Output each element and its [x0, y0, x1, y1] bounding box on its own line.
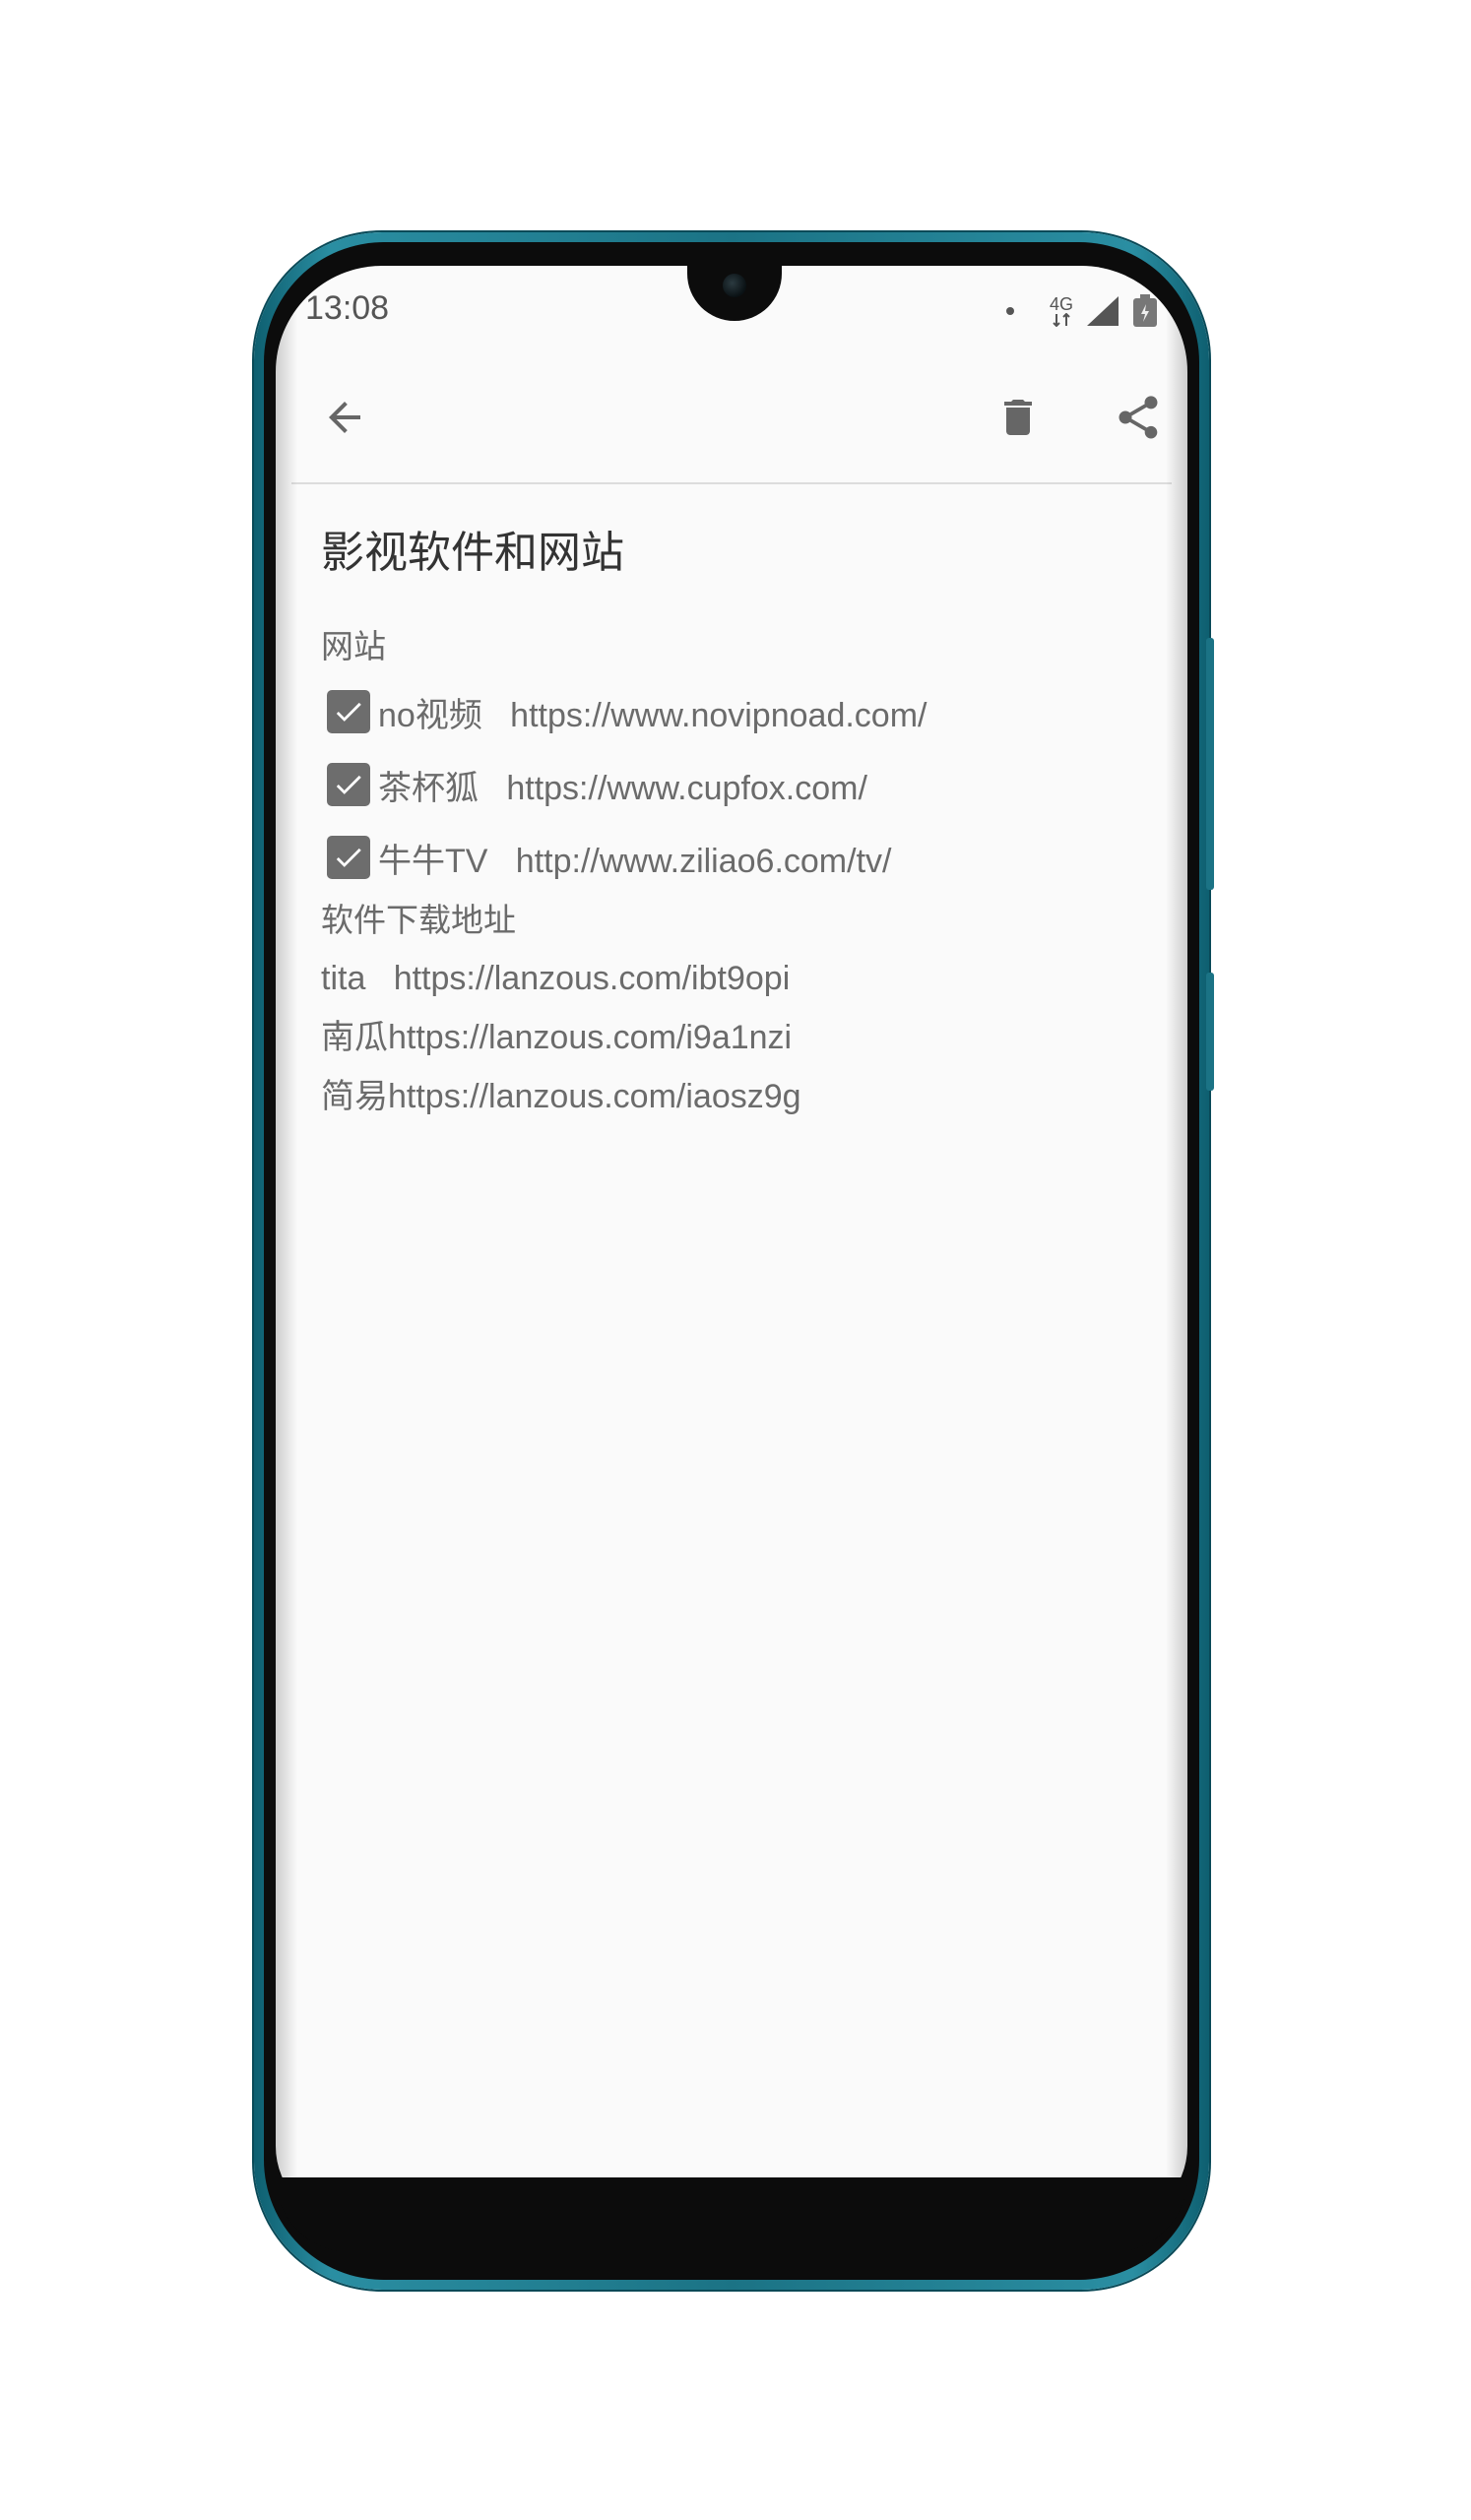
status-bar: 13:08 4G [276, 266, 1187, 350]
status-icons: 4G [1005, 291, 1158, 331]
checklist-item[interactable]: 牛牛TV http://www.ziliao6.com/tv/ [327, 825, 1168, 890]
checkbox-checked[interactable] [327, 690, 370, 733]
arrow-back-icon [329, 402, 360, 433]
screen-edge-curve [1166, 266, 1187, 2225]
notification-dot-icon [1005, 307, 1014, 315]
download-link-line[interactable]: 南瓜https://lanzous.com/i9a1nzi [321, 1008, 1168, 1067]
download-link-line[interactable]: 简易https://lanzous.com/iaosz9g [321, 1067, 1168, 1126]
trash-icon [1004, 400, 1032, 435]
checkbox-checked[interactable] [327, 836, 370, 879]
volume-button [1206, 638, 1214, 890]
checkbox-checked[interactable] [327, 763, 370, 806]
battery-icon [1133, 294, 1157, 327]
delete-button[interactable] [979, 378, 1057, 457]
checkmark-icon [336, 775, 361, 794]
phone-mockup: 13:08 4G 影视软件和网站 网站 no视频 https://www.nov… [0, 0, 1471, 2520]
checklist-item[interactable]: 茶杯狐 https://www.cupfox.com/ [327, 752, 1168, 817]
back-button[interactable] [305, 378, 384, 457]
screen-edge-curve [276, 266, 297, 2225]
note-toolbar [291, 354, 1172, 484]
status-time: 13:08 [305, 289, 390, 327]
download-link-line[interactable]: tita https://lanzous.com/ibt9opi [321, 949, 1168, 1008]
signal-icon [1087, 296, 1119, 326]
phone-chin [276, 2177, 1187, 2252]
section-heading-websites: 网站 [321, 627, 386, 665]
network-type-icon: 4G [1050, 295, 1073, 327]
checkmark-icon [336, 848, 361, 867]
share-icon [1119, 396, 1158, 439]
checklist-item[interactable]: no视频 https://www.novipnoad.com/ [327, 679, 1168, 744]
share-button[interactable] [1099, 378, 1178, 457]
network-label: 4G [1049, 294, 1073, 314]
checkmark-icon [336, 702, 361, 722]
section-heading-downloads: 软件下载地址 [321, 901, 516, 939]
note-title[interactable]: 影视软件和网站 [321, 524, 1168, 583]
data-arrows-icon [1053, 313, 1070, 327]
checklist-item-text: no视频 https://www.novipnoad.com/ [378, 696, 927, 734]
checklist-item-text: 茶杯狐 https://www.cupfox.com/ [378, 769, 867, 807]
power-button [1206, 973, 1214, 1091]
checklist-item-text: 牛牛TV http://www.ziliao6.com/tv/ [378, 842, 892, 880]
phone-screen: 13:08 4G 影视软件和网站 网站 no视频 https://www.nov… [276, 266, 1187, 2225]
note-body[interactable]: 影视软件和网站 网站 no视频 https://www.novipnoad.co… [321, 524, 1168, 1126]
